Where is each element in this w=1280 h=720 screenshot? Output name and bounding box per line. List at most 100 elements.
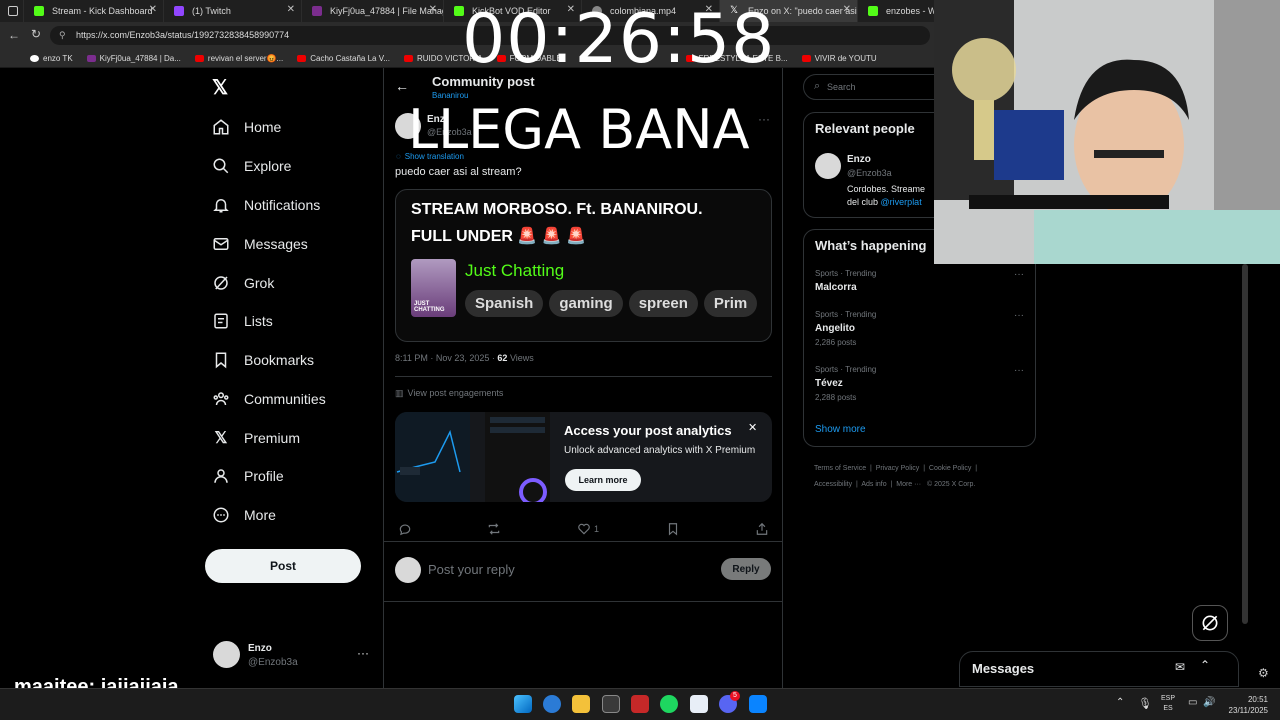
trend-item[interactable]: Sports · Trending Tévez 2,288 posts ···: [815, 365, 1030, 402]
footer-link[interactable]: Ads info: [861, 481, 886, 488]
account-more-icon[interactable]: ···: [357, 646, 369, 660]
bookmark-item[interactable]: enzo TK: [30, 54, 73, 63]
bookmark-item[interactable]: KiyFj0ua_47884 | Da...: [86, 54, 181, 63]
edge-browser-icon[interactable]: [543, 695, 561, 713]
tray-chevron-icon[interactable]: ⌃: [1116, 697, 1124, 708]
repost-action[interactable]: [487, 522, 501, 541]
reply-action[interactable]: [398, 522, 412, 541]
sidebar-item-communities[interactable]: Communities: [212, 383, 326, 415]
divider: [383, 541, 782, 542]
bookmark-item[interactable]: revivan el server😡...: [194, 54, 283, 63]
sidebar-item-label: More: [244, 507, 276, 523]
tab-menu-button[interactable]: [0, 0, 24, 22]
discord-icon[interactable]: 5: [719, 691, 740, 713]
app-icon[interactable]: [602, 695, 620, 713]
sidebar-item-messages[interactable]: Messages: [212, 228, 308, 260]
person-bio-line2: del club @riverplat: [847, 197, 922, 207]
sidebar-item-label: Home: [244, 119, 282, 135]
browser-tab[interactable]: Stream - Kick Dashboard ✕: [24, 0, 164, 22]
post-button[interactable]: Post: [205, 549, 361, 583]
footer-link[interactable]: Privacy Policy: [876, 465, 920, 472]
browser-tab[interactable]: (1) Twitch ✕: [164, 0, 302, 22]
trend-more-icon[interactable]: ···: [1014, 269, 1024, 280]
close-tab-icon[interactable]: ✕: [287, 4, 295, 15]
sidebar-item-label: Profile: [244, 468, 284, 484]
language-indicator[interactable]: ESP ES: [1161, 694, 1175, 714]
like-action[interactable]: 1: [577, 522, 599, 536]
avatar: [213, 641, 240, 668]
volume-icon[interactable]: 🔊: [1203, 697, 1215, 708]
back-arrow-icon[interactable]: ←: [395, 78, 409, 94]
reply-input[interactable]: Post your reply: [428, 562, 515, 577]
show-more-link[interactable]: Show more: [815, 424, 866, 435]
person-handle[interactable]: @Enzob3a: [847, 168, 892, 178]
learn-more-button[interactable]: Learn more: [565, 469, 641, 491]
analytics-subtitle: Unlock advanced analytics with X Premium: [564, 445, 756, 456]
bookmark-item[interactable]: Cacho Castaña La V...: [297, 54, 390, 63]
trend-more-icon[interactable]: ···: [1014, 310, 1024, 321]
close-icon[interactable]: ✕: [748, 421, 757, 434]
sidebar-item-premium[interactable]: 𝕏 Premium: [212, 422, 300, 454]
person-name[interactable]: Enzo: [847, 154, 871, 165]
link-preview-card[interactable]: STREAM MORBOSO. Ft. BANANIROU. FULL UNDE…: [395, 189, 772, 342]
x-logo-icon[interactable]: 𝕏: [212, 77, 234, 99]
sidebar-item-explore[interactable]: Explore: [212, 150, 291, 182]
column-divider: [383, 68, 384, 688]
notepad-icon[interactable]: [690, 695, 708, 713]
browser-tab[interactable]: enzobes - Wat: [858, 0, 938, 22]
person-bio-link[interactable]: @riverplat: [881, 197, 922, 207]
account-switcher[interactable]: [213, 641, 240, 668]
obs-icon[interactable]: [631, 695, 649, 713]
file-manager-icon: [86, 54, 96, 62]
view-engagements-link[interactable]: ▥ View post engagements: [395, 388, 503, 399]
back-arrow-icon[interactable]: ←: [8, 28, 20, 42]
search-input[interactable]: ⌕ Search: [803, 74, 953, 100]
share-action[interactable]: [755, 522, 769, 541]
sidebar-item-home[interactable]: Home: [212, 111, 281, 143]
sidebar-item-profile[interactable]: Profile: [212, 460, 284, 492]
trend-name: Malcorra: [815, 282, 857, 293]
trend-item[interactable]: Sports · Trending Angelito 2,286 posts ·…: [815, 310, 1030, 347]
close-tab-icon[interactable]: ✕: [843, 4, 851, 15]
sidebar-item-lists[interactable]: Lists: [212, 305, 273, 337]
site-info-icon[interactable]: ⚲: [59, 30, 66, 41]
trend-item[interactable]: Sports · Trending Malcorra ···: [815, 269, 1030, 293]
app-icon[interactable]: [749, 695, 767, 713]
reply-button[interactable]: Reply: [721, 558, 771, 580]
spotify-icon[interactable]: [660, 695, 678, 713]
page-scrollbar[interactable]: [1242, 264, 1248, 624]
microphone-icon[interactable]: 🎙: [1138, 697, 1152, 710]
tab-title: (1) Twitch: [192, 6, 231, 16]
file-explorer-icon[interactable]: [572, 695, 590, 713]
bookmark-item[interactable]: VIVIR de YOUTU: [801, 54, 877, 63]
trend-more-icon[interactable]: ···: [1014, 365, 1024, 376]
footer-link[interactable]: Accessibility: [814, 481, 852, 488]
expand-chevron-icon[interactable]: ⌃: [1200, 658, 1210, 672]
footer-link[interactable]: More ···: [896, 481, 921, 488]
system-clock[interactable]: 20:51 23/11/2025: [1222, 694, 1268, 716]
people-icon: [213, 392, 229, 406]
sidebar-item-bookmarks[interactable]: Bookmarks: [212, 344, 314, 376]
close-tab-icon[interactable]: ✕: [149, 4, 157, 15]
analytics-preview-image: [395, 412, 470, 502]
sidebar-item-grok[interactable]: Grok: [212, 267, 274, 299]
browser-tab[interactable]: KiyFj0ua_47884 | File Manag ✕: [302, 0, 444, 22]
messages-drawer[interactable]: Messages ✉ ⌃: [959, 651, 1239, 687]
sidebar-item-notifications[interactable]: Notifications: [212, 189, 320, 221]
network-icon[interactable]: ▭: [1188, 697, 1197, 708]
post-more-icon[interactable]: ···: [758, 112, 770, 126]
post-timestamp[interactable]: 8:11 PM · Nov 23, 2025 ·: [395, 353, 495, 363]
settings-gear-icon[interactable]: ⚙: [1258, 666, 1269, 680]
new-message-icon[interactable]: ✉: [1175, 660, 1185, 674]
footer-link[interactable]: Cookie Policy: [929, 465, 971, 472]
bookmark-action[interactable]: [666, 522, 680, 541]
reload-icon[interactable]: ↻: [31, 27, 41, 41]
start-menu-icon[interactable]: [514, 695, 532, 713]
bookmark-label: Cacho Castaña La V...: [310, 53, 390, 63]
sidebar-item-more[interactable]: More: [212, 499, 276, 531]
person-avatar[interactable]: [815, 153, 841, 179]
grok-floating-button[interactable]: [1192, 605, 1228, 641]
close-tab-icon[interactable]: ✕: [429, 4, 437, 15]
footer-link[interactable]: Terms of Service: [814, 465, 866, 472]
url-text: https://x.com/Enzob3a/status/19927328384…: [76, 30, 290, 40]
